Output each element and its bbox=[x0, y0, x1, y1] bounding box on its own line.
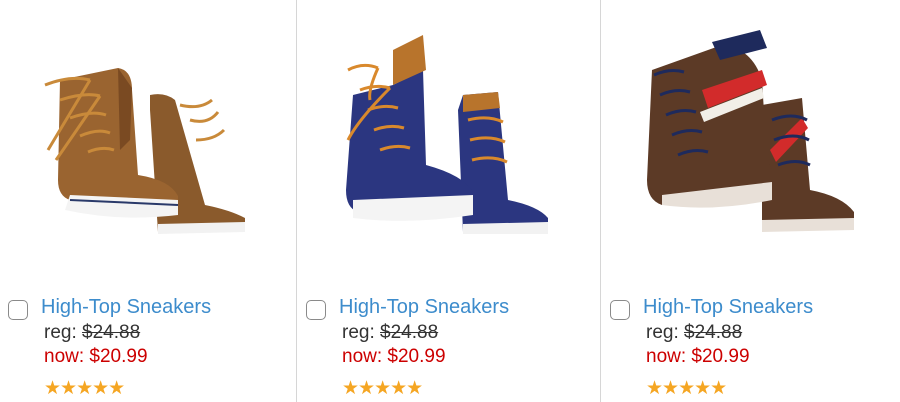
product-title-link[interactable]: High-Top Sneakers bbox=[643, 296, 813, 319]
product-image[interactable] bbox=[298, 0, 600, 280]
regular-price-value: $24.88 bbox=[684, 322, 743, 343]
sale-price-label: now: bbox=[342, 346, 383, 367]
star-rating[interactable]: ★★★★★ bbox=[646, 377, 727, 400]
card-divider bbox=[600, 0, 601, 402]
regular-price: reg: $24.88 bbox=[44, 322, 140, 344]
sale-price-value: $20.99 bbox=[387, 346, 446, 367]
sale-price: now: $20.99 bbox=[646, 346, 750, 368]
sale-price-label: now: bbox=[646, 346, 687, 367]
product-card: High-Top Sneakers reg: $24.88 now: $20.9… bbox=[298, 0, 600, 402]
star-rating[interactable]: ★★★★★ bbox=[44, 377, 125, 400]
product-card: High-Top Sneakers reg: $24.88 now: $20.9… bbox=[602, 0, 900, 402]
regular-price-label: reg: bbox=[646, 322, 679, 343]
compare-checkbox[interactable] bbox=[8, 300, 28, 320]
regular-price-value: $24.88 bbox=[82, 322, 141, 343]
card-divider bbox=[296, 0, 297, 402]
compare-checkbox[interactable] bbox=[610, 300, 630, 320]
regular-price-value: $24.88 bbox=[380, 322, 439, 343]
regular-price: reg: $24.88 bbox=[646, 322, 742, 344]
compare-checkbox[interactable] bbox=[306, 300, 326, 320]
regular-price-label: reg: bbox=[342, 322, 375, 343]
sale-price-label: now: bbox=[44, 346, 85, 367]
sale-price: now: $20.99 bbox=[342, 346, 446, 368]
sale-price-value: $20.99 bbox=[691, 346, 750, 367]
product-image[interactable] bbox=[0, 0, 296, 280]
product-title-link[interactable]: High-Top Sneakers bbox=[339, 296, 509, 319]
product-grid: High-Top Sneakers reg: $24.88 now: $20.9… bbox=[0, 0, 900, 402]
regular-price-label: reg: bbox=[44, 322, 77, 343]
sale-price: now: $20.99 bbox=[44, 346, 148, 368]
product-card: High-Top Sneakers reg: $24.88 now: $20.9… bbox=[0, 0, 296, 402]
regular-price: reg: $24.88 bbox=[342, 322, 438, 344]
sale-price-value: $20.99 bbox=[89, 346, 148, 367]
product-image[interactable] bbox=[602, 0, 900, 280]
star-rating[interactable]: ★★★★★ bbox=[342, 377, 423, 400]
product-title-link[interactable]: High-Top Sneakers bbox=[41, 296, 211, 319]
